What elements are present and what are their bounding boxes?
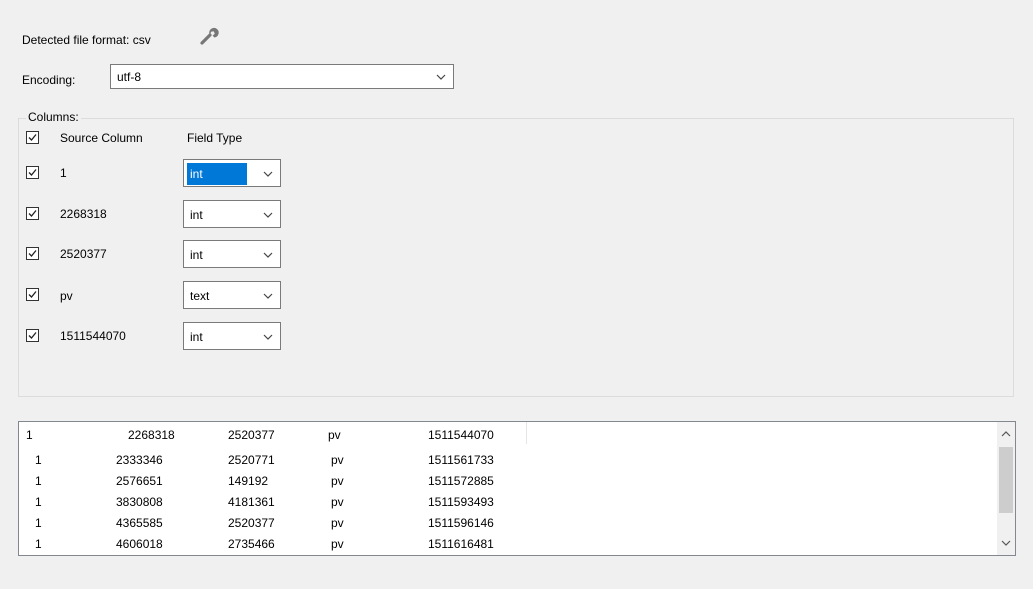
checkmark-icon <box>28 250 37 257</box>
scrollbar-thumb[interactable] <box>999 447 1013 513</box>
column-name: 2520377 <box>60 247 107 261</box>
source-column-header: Source Column <box>60 131 143 145</box>
checkmark-icon <box>28 169 37 176</box>
encoding-value: utf-8 <box>117 70 142 84</box>
table-cell: 4606018 <box>116 537 163 551</box>
encoding-select[interactable]: utf-8 <box>110 64 454 89</box>
table-cell: 3830808 <box>116 495 163 509</box>
checkmark-icon <box>28 291 37 298</box>
chevron-down-icon <box>263 252 273 258</box>
column-name: 1 <box>60 166 67 180</box>
field-type-value: int <box>190 208 203 222</box>
table-cell: 1 <box>35 453 42 467</box>
field-type-select[interactable]: int <box>183 200 281 228</box>
table-cell: 1511616481 <box>428 537 494 551</box>
table-cell: 1511561733 <box>428 453 494 467</box>
column-name: pv <box>60 289 73 303</box>
chevron-up-icon[interactable] <box>1001 430 1011 438</box>
vertical-scrollbar[interactable] <box>997 422 1015 555</box>
select-all-checkbox[interactable] <box>26 131 39 144</box>
table-cell: 2520771 <box>228 453 275 467</box>
table-cell: pv <box>331 495 344 509</box>
table-cell: 4181361 <box>228 495 275 509</box>
column-name: 1511544070 <box>60 329 126 343</box>
table-cell: pv <box>331 516 344 530</box>
table-cell: 2333346 <box>116 453 163 467</box>
chevron-down-icon <box>263 212 273 218</box>
data-preview-table[interactable]: 1 2268318 2520377 pv 1511544070 1 233334… <box>18 421 1016 556</box>
columns-group <box>18 118 1014 397</box>
chevron-down-icon <box>263 171 273 177</box>
column-checkbox[interactable] <box>26 288 39 301</box>
table-cell: 2735466 <box>228 537 275 551</box>
table-cell: 1511572885 <box>428 474 494 488</box>
field-type-value: int <box>187 163 247 185</box>
field-type-value: int <box>190 330 203 344</box>
column-name: 2268318 <box>60 207 107 221</box>
preview-header-cell: 1 <box>26 428 33 442</box>
table-cell: 4365585 <box>116 516 163 530</box>
table-cell: 2576651 <box>116 474 163 488</box>
table-cell: pv <box>331 537 344 551</box>
chevron-down-icon <box>263 334 273 340</box>
columns-group-title: Columns: <box>26 110 81 124</box>
checkmark-icon <box>28 210 37 217</box>
table-cell: 1 <box>35 495 42 509</box>
encoding-label: Encoding: <box>22 73 76 87</box>
preview-header-row: 1 2268318 2520377 pv 1511544070 <box>19 422 527 444</box>
column-checkbox[interactable] <box>26 329 39 342</box>
chevron-down-icon <box>263 293 273 299</box>
field-type-header: Field Type <box>187 131 243 145</box>
table-cell: 1511596146 <box>428 516 494 530</box>
field-type-select[interactable]: int <box>183 159 281 187</box>
field-type-select[interactable]: text <box>183 281 281 309</box>
preview-header-cell: 2268318 <box>128 428 175 442</box>
table-cell: 149192 <box>228 474 269 488</box>
column-checkbox[interactable] <box>26 207 39 220</box>
table-cell: 1 <box>35 516 42 530</box>
table-cell: 1511593493 <box>428 495 494 509</box>
detected-format-label: Detected file format: csv <box>22 33 151 47</box>
preview-header-cell: 2520377 <box>228 428 275 442</box>
wrench-icon[interactable] <box>199 25 221 50</box>
table-cell: 2520377 <box>228 516 275 530</box>
chevron-down-icon[interactable] <box>1001 539 1011 547</box>
checkmark-icon <box>28 134 37 141</box>
field-type-select[interactable]: int <box>183 240 281 268</box>
field-type-value: int <box>190 248 203 262</box>
table-cell: pv <box>331 474 344 488</box>
preview-header-cell: pv <box>328 428 341 442</box>
table-cell: 1 <box>35 537 42 551</box>
table-cell: 1 <box>35 474 42 488</box>
chevron-down-icon <box>436 74 446 80</box>
checkmark-icon <box>28 332 37 339</box>
field-type-value: text <box>190 289 210 303</box>
table-cell: pv <box>331 453 344 467</box>
column-checkbox[interactable] <box>26 166 39 179</box>
column-checkbox[interactable] <box>26 247 39 260</box>
preview-header-cell: 1511544070 <box>428 428 494 442</box>
field-type-select[interactable]: int <box>183 322 281 350</box>
